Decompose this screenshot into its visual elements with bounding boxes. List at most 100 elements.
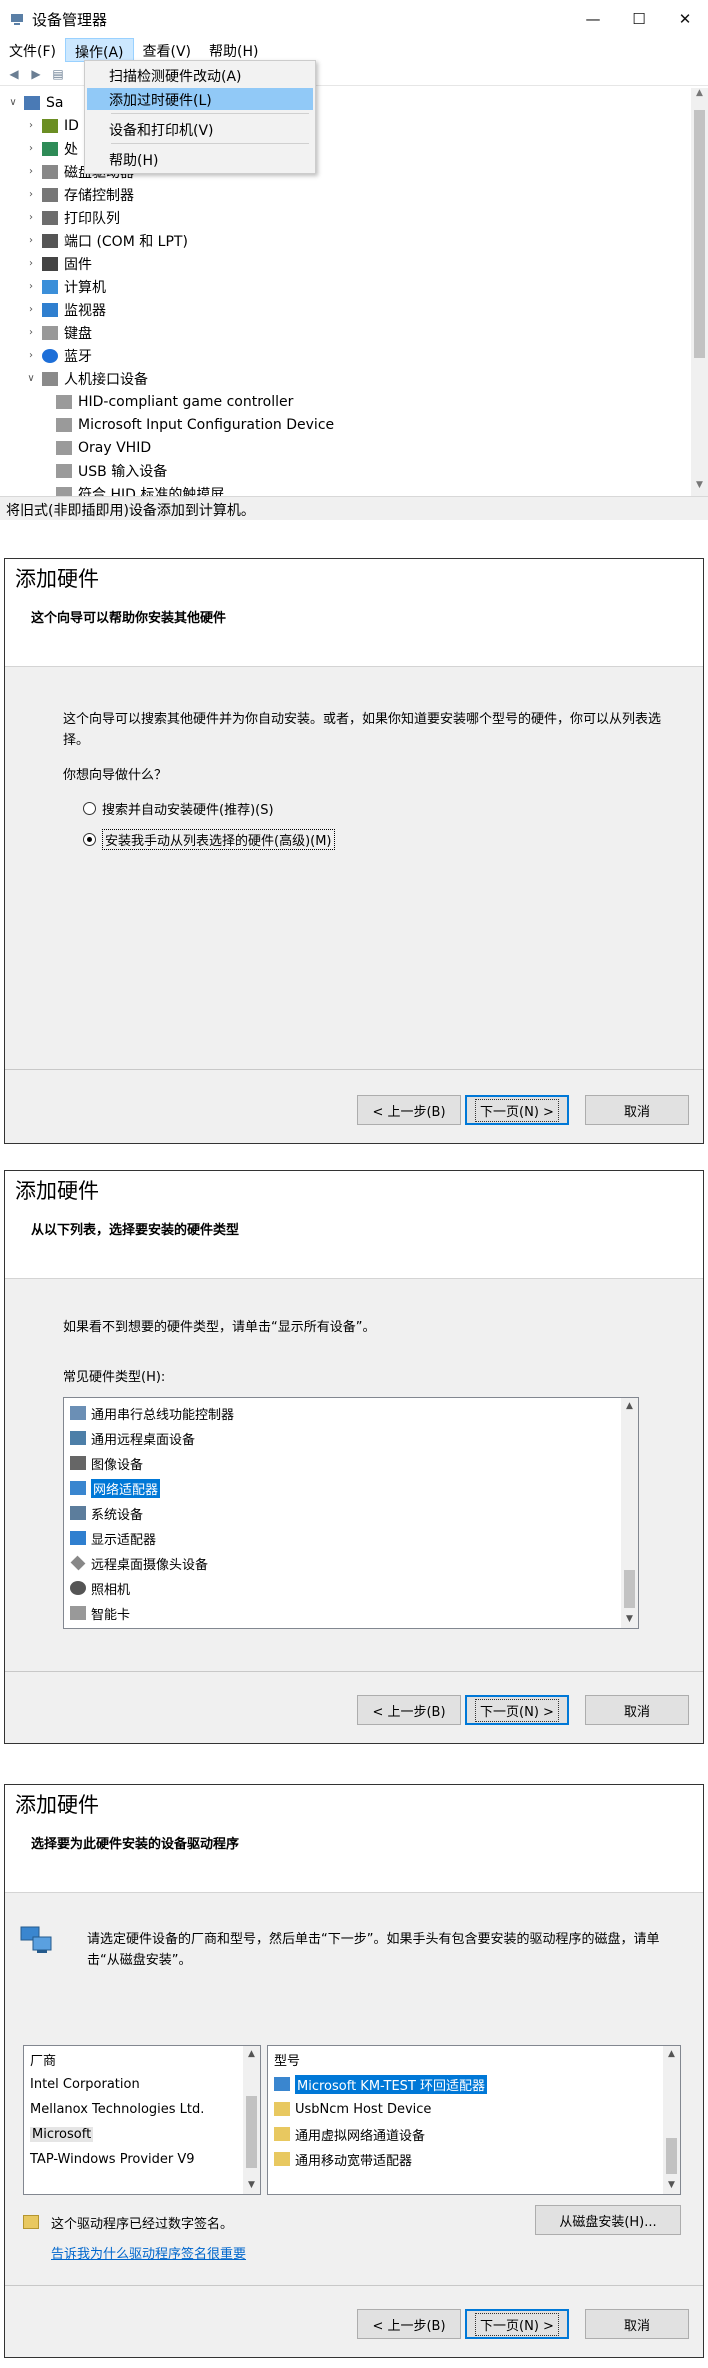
menu-help[interactable]: 帮助(H) xyxy=(200,38,267,62)
signing-info-link[interactable]: 告诉我为什么驱动程序签名很重要 xyxy=(51,2243,246,2262)
list-item[interactable]: 智能卡 xyxy=(70,1601,130,1625)
cancel-button[interactable]: 取消 xyxy=(585,1695,689,1725)
next-button[interactable]: 下一页(N) > xyxy=(465,1695,569,1725)
list-scrollbar[interactable]: ▲ ▼ xyxy=(663,2046,680,2194)
list-item[interactable]: Intel Corporation xyxy=(30,2072,140,2096)
menu-item-devices-printers[interactable]: 设备和打印机(V) xyxy=(87,118,313,140)
tree-item[interactable]: › 计算机 xyxy=(24,275,106,298)
computer-icon xyxy=(24,95,40,110)
list-item[interactable]: 通用串行总线功能控制器 xyxy=(70,1401,234,1425)
scroll-down-icon[interactable]: ▼ xyxy=(621,1611,638,1628)
add-hardware-wizard-1: 添加硬件 这个向导可以帮助你安装其他硬件 这个向导可以搜索其他硬件并为你自动安装… xyxy=(4,558,704,1144)
scroll-up-icon[interactable]: ▲ xyxy=(621,1398,638,1415)
tree-item[interactable]: › 存储控制器 xyxy=(24,183,134,206)
wizard-subtitle: 选择要为此硬件安装的设备驱动程序 xyxy=(31,1837,240,1852)
wizard-description: 这个向导可以搜索其他硬件并为你自动安装。或者，如果你知道要安装哪个型号的硬件，你… xyxy=(63,712,662,748)
list-item[interactable]: 通用远程桌面设备 xyxy=(70,1426,195,1450)
scroll-thumb[interactable] xyxy=(624,1570,635,1608)
list-item[interactable]: 照相机 xyxy=(70,1576,130,1600)
tree-item[interactable]: USB 输入设备 xyxy=(52,459,167,482)
tree-item[interactable]: › ID xyxy=(24,114,79,137)
title-bar: 设备管理器 — ☐ ✕ xyxy=(0,0,708,38)
tree-item[interactable]: › 固件 xyxy=(24,252,92,275)
wizard-title: 添加硬件 xyxy=(15,1793,99,1817)
menu-view[interactable]: 查看(V) xyxy=(134,38,201,62)
driver-icon xyxy=(274,2102,290,2116)
menu-file[interactable]: 文件(F) xyxy=(0,38,65,62)
tree-item[interactable]: HID-compliant game controller xyxy=(52,390,293,413)
wizard-title: 添加硬件 xyxy=(15,1179,99,1203)
radio-manual-install[interactable]: 安装我手动从列表选择的硬件(高级)(M) xyxy=(83,829,335,850)
cancel-button[interactable]: 取消 xyxy=(585,1095,689,1125)
scroll-down-icon[interactable]: ▼ xyxy=(691,480,708,496)
scroll-thumb[interactable] xyxy=(246,2096,257,2168)
hid-device-icon xyxy=(56,463,72,478)
tree-item[interactable]: › 打印队列 xyxy=(24,206,120,229)
menu-item-help[interactable]: 帮助(H) xyxy=(87,148,313,170)
list-item-selected[interactable]: 网络适配器 xyxy=(70,1476,161,1500)
scroll-up-icon[interactable]: ▲ xyxy=(663,2046,680,2063)
model-list[interactable]: 型号 Microsoft KM-TEST 环回适配器 UsbNcm Host D… xyxy=(267,2045,681,2195)
maximize-icon[interactable]: ☐ xyxy=(616,0,662,38)
next-button[interactable]: 下一页(N) > xyxy=(465,1095,569,1125)
radio-button-selected[interactable] xyxy=(83,833,96,846)
scroll-down-icon[interactable]: ▼ xyxy=(663,2177,680,2194)
list-item[interactable]: TAP-Windows Provider V9 xyxy=(30,2147,195,2171)
scroll-thumb[interactable] xyxy=(666,2138,677,2174)
tree-scrollbar[interactable]: ▲ ▼ xyxy=(691,88,708,496)
list-item-selected[interactable]: Microsoft xyxy=(30,2122,94,2146)
wizard-header: 添加硬件 这个向导可以帮助你安装其他硬件 xyxy=(5,559,703,667)
menu-action[interactable]: 操作(A) xyxy=(64,38,134,62)
menu-item-scan[interactable]: 扫描检测硬件改动(A) xyxy=(87,64,313,86)
list-scrollbar[interactable]: ▲ ▼ xyxy=(621,1398,638,1628)
have-disk-button[interactable]: 从磁盘安装(H)... xyxy=(535,2205,681,2235)
scroll-down-icon[interactable]: ▼ xyxy=(243,2177,260,2194)
back-button[interactable]: < 上一步(B) xyxy=(357,1695,461,1725)
back-arrow-icon[interactable]: ◀ xyxy=(6,66,22,82)
list-item[interactable]: 系统设备 xyxy=(70,1501,143,1525)
manufacturer-header: 厂商 xyxy=(30,2054,57,2069)
tree-item[interactable]: › 端口 (COM 和 LPT) xyxy=(24,229,188,252)
forward-arrow-icon[interactable]: ▶ xyxy=(28,66,44,82)
scroll-up-icon[interactable]: ▲ xyxy=(243,2046,260,2063)
manufacturer-list[interactable]: 厂商 Intel Corporation Mellanox Technologi… xyxy=(23,2045,261,2195)
list-item[interactable]: 远程桌面摄像头设备 xyxy=(70,1551,208,1575)
list-item[interactable]: UsbNcm Host Device xyxy=(274,2097,431,2121)
scroll-up-icon[interactable]: ▲ xyxy=(691,88,708,104)
wizard-description: 请选定硬件设备的厂商和型号，然后单击“下一步”。如果手头有包含要安装的驱动程序的… xyxy=(87,1932,660,1968)
scroll-thumb[interactable] xyxy=(694,110,705,358)
close-icon[interactable]: ✕ xyxy=(662,0,708,38)
list-scrollbar[interactable]: ▲ ▼ xyxy=(243,2046,260,2194)
minimize-icon[interactable]: — xyxy=(570,0,616,38)
tree-root[interactable]: ∨ Sa xyxy=(6,91,63,114)
chevron-down-icon[interactable]: ∨ xyxy=(6,97,20,108)
back-button[interactable]: < 上一步(B) xyxy=(357,1095,461,1125)
radio-button[interactable] xyxy=(83,802,96,815)
menu-item-add-legacy[interactable]: 添加过时硬件(L) xyxy=(87,88,313,110)
hardware-type-list[interactable]: 通用串行总线功能控制器 通用远程桌面设备 图像设备 网络适配器 系统设备 显示适… xyxy=(63,1397,639,1629)
tree-item[interactable]: › 处 xyxy=(24,137,78,160)
list-item-selected[interactable]: Microsoft KM-TEST 环回适配器 xyxy=(274,2072,488,2096)
tree-item[interactable]: Microsoft Input Configuration Device xyxy=(52,413,334,436)
back-button[interactable]: < 上一步(B) xyxy=(357,2309,461,2339)
tree-item[interactable]: ∨ 人机接口设备 xyxy=(24,367,148,390)
radio-auto-install[interactable]: 搜索并自动安装硬件(推荐)(S) xyxy=(83,799,274,818)
tree-item[interactable]: Oray VHID xyxy=(52,436,151,459)
tree-item[interactable]: › 监视器 xyxy=(24,298,106,321)
list-item[interactable]: 显示适配器 xyxy=(70,1526,156,1550)
footer-separator xyxy=(5,1069,703,1070)
tree-item[interactable]: 符合 HID 标准的触摸屏 xyxy=(52,482,224,496)
tree-item[interactable]: › 蓝牙 xyxy=(24,344,92,367)
webcam-icon xyxy=(70,1581,86,1595)
cancel-button[interactable]: 取消 xyxy=(585,2309,689,2339)
menu-separator xyxy=(111,143,309,144)
list-item[interactable]: 通用虚拟网络通道设备 xyxy=(274,2122,425,2146)
wizard-header: 添加硬件 选择要为此硬件安装的设备驱动程序 xyxy=(5,1785,703,1893)
list-item[interactable]: 图像设备 xyxy=(70,1451,143,1475)
tree-item[interactable]: › 键盘 xyxy=(24,321,92,344)
list-item[interactable]: 通用移动宽带适配器 xyxy=(274,2147,412,2171)
properties-icon[interactable]: ▤ xyxy=(50,66,66,82)
list-item[interactable]: Mellanox Technologies Ltd. xyxy=(30,2097,204,2121)
device-manager-window: 设备管理器 — ☐ ✕ 文件(F) 操作(A) 查看(V) 帮助(H) ◀ ▶ … xyxy=(0,0,708,520)
next-button[interactable]: 下一页(N) > xyxy=(465,2309,569,2339)
